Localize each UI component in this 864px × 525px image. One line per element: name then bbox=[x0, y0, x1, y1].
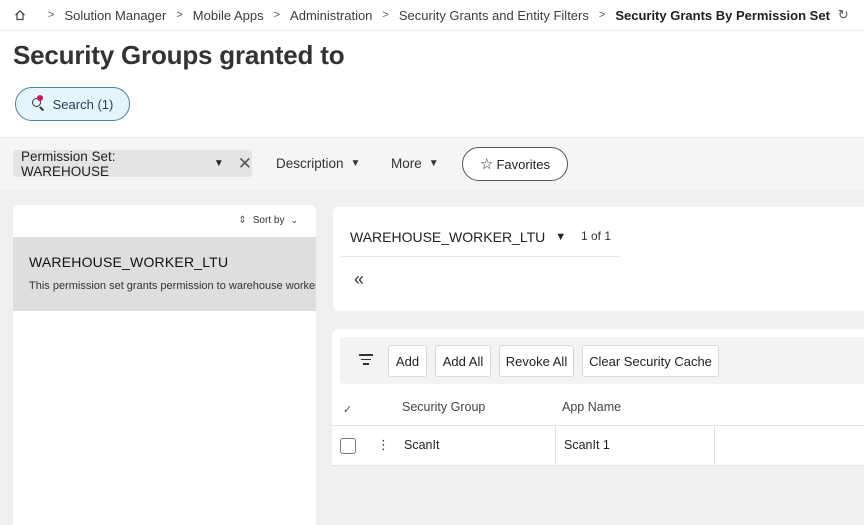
favorites-button-label: Favorites bbox=[496, 156, 550, 172]
breadcrumb: > Solution Manager > Mobile Apps > Admin… bbox=[0, 0, 864, 31]
breadcrumb-item-solution-manager[interactable]: Solution Manager bbox=[64, 8, 166, 23]
description-dropdown[interactable]: Description ▼ bbox=[276, 156, 360, 171]
record-selector[interactable]: WAREHOUSE_WORKER_LTU ▼ bbox=[350, 229, 566, 245]
divider bbox=[332, 465, 864, 466]
chevron-right-icon: > bbox=[273, 9, 281, 21]
chevron-right-icon: > bbox=[48, 9, 55, 21]
chevron-right-icon: > bbox=[598, 9, 606, 21]
select-all-check-icon[interactable]: ✓ bbox=[343, 403, 352, 416]
record-count: 1 of 1 bbox=[581, 229, 612, 243]
search-button[interactable]: Search (1) bbox=[15, 87, 130, 121]
list-item-name: WAREHOUSE_WORKER_LTU bbox=[29, 254, 229, 270]
caret-down-icon: ▼ bbox=[428, 158, 439, 169]
revoke-all-button[interactable]: Revoke All bbox=[499, 345, 574, 377]
detail-header-card: WAREHOUSE_WORKER_LTU ▼ 1 of 1 « bbox=[333, 207, 864, 311]
description-dropdown-label: Description bbox=[276, 156, 344, 171]
cell-app-name[interactable]: ScanIt 1 bbox=[555, 426, 715, 466]
grid-card: Add Add All Revoke All Clear Security Ca… bbox=[332, 329, 864, 466]
column-header-app-name[interactable]: App Name bbox=[562, 400, 621, 414]
breadcrumb-item-mobile-apps[interactable]: Mobile Apps bbox=[193, 8, 264, 23]
kebab-menu-icon[interactable]: ⋮ bbox=[377, 437, 390, 453]
sort-icon: ⇕ bbox=[238, 215, 247, 226]
favorites-button[interactable]: ☆ Favorites bbox=[462, 147, 568, 181]
caret-down-icon[interactable]: ▼ bbox=[214, 158, 224, 169]
breadcrumb-item-administration[interactable]: Administration bbox=[290, 8, 372, 23]
more-dropdown-label: More bbox=[391, 156, 422, 171]
notification-dot-icon bbox=[36, 94, 43, 101]
table-row[interactable]: ⋮ ScanIt ScanIt 1 bbox=[332, 426, 864, 466]
clear-security-cache-button[interactable]: Clear Security Cache bbox=[582, 345, 719, 377]
divider bbox=[341, 256, 621, 257]
caret-down-icon[interactable]: ▼ bbox=[555, 231, 566, 243]
sort-by-button[interactable]: ⇕ Sort by ⌄ bbox=[238, 215, 298, 226]
list-item[interactable]: WAREHOUSE_WORKER_LTU This permission set… bbox=[13, 237, 316, 311]
chevron-right-icon: > bbox=[382, 9, 389, 21]
breadcrumb-current: Security Grants By Permission Set bbox=[615, 7, 830, 23]
chevron-down-icon: ⌄ bbox=[290, 215, 298, 225]
permission-set-filter-label: Permission Set: WAREHOUSE bbox=[21, 148, 116, 179]
more-dropdown[interactable]: More ▼ bbox=[391, 156, 439, 171]
grid-toolbar: Add Add All Revoke All Clear Security Ca… bbox=[340, 337, 864, 384]
filter-bar: Permission Set: WAREHOUSE ▼ ✕ Descriptio… bbox=[0, 137, 864, 190]
home-icon[interactable] bbox=[14, 9, 26, 21]
add-all-button[interactable]: Add All bbox=[435, 345, 491, 377]
star-icon: ☆ bbox=[480, 156, 494, 173]
row-checkbox[interactable] bbox=[340, 438, 356, 454]
list-panel: ⇕ Sort by ⌄ WAREHOUSE_WORKER_LTU This pe… bbox=[13, 205, 316, 525]
chevron-right-icon: > bbox=[176, 9, 183, 21]
add-button[interactable]: Add bbox=[388, 345, 427, 377]
cell-security-group: ScanIt bbox=[404, 438, 440, 452]
search-icon bbox=[31, 94, 45, 111]
double-chevron-left-icon[interactable]: « bbox=[354, 269, 364, 290]
page-title: Security Groups granted to bbox=[13, 40, 345, 70]
sort-by-label: Sort by bbox=[252, 215, 285, 226]
list-item-description: This permission set grants permission to… bbox=[29, 280, 316, 292]
column-header-security-group[interactable]: Security Group bbox=[402, 400, 485, 414]
refresh-icon[interactable]: ↻ bbox=[838, 7, 849, 23]
close-icon[interactable]: ✕ bbox=[238, 154, 252, 174]
caret-down-icon: ▼ bbox=[350, 158, 361, 169]
record-name: WAREHOUSE_WORKER_LTU bbox=[350, 229, 546, 245]
permission-set-filter-chip[interactable]: Permission Set: WAREHOUSE ▼ ✕ bbox=[13, 148, 252, 179]
search-button-label: Search (1) bbox=[52, 96, 114, 112]
filter-icon[interactable] bbox=[359, 354, 373, 368]
breadcrumb-item-security-grants[interactable]: Security Grants and Entity Filters bbox=[399, 8, 589, 23]
